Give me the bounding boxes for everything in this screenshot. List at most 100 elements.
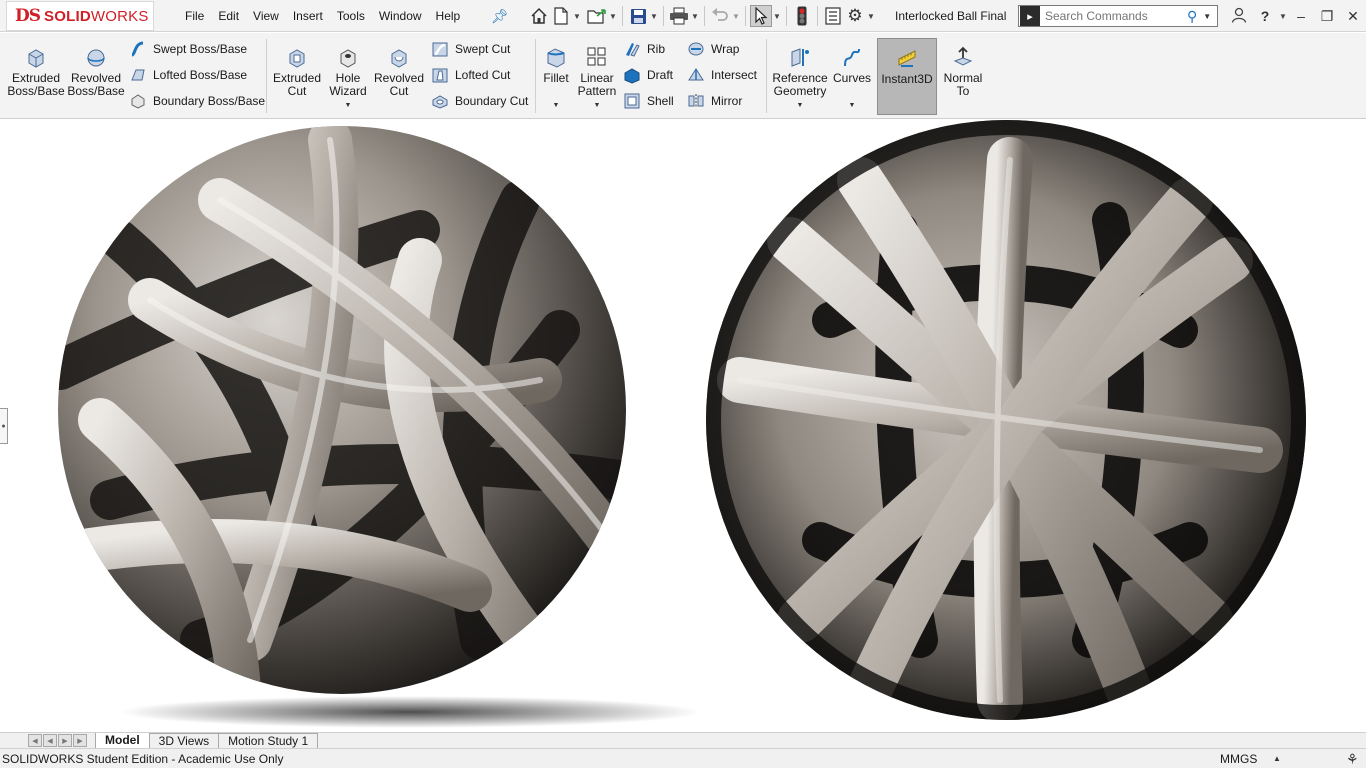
new-dropdown-arrow[interactable]: ▼ [572,12,582,21]
fillet-icon [544,45,568,69]
options-dropdown-arrow[interactable]: ▼ [866,12,876,21]
extruded-cut-button[interactable]: Extruded Cut [270,37,324,98]
customize-status-icon[interactable]: ⚘ [1346,751,1359,768]
fillet-button[interactable]: Fillet ▼ [539,37,573,109]
menu-help[interactable]: Help [429,9,468,23]
tab-motion-study-1[interactable]: Motion Study 1 [219,733,319,749]
rib-button[interactable]: Rib [622,38,665,60]
normal-to-button[interactable]: Normal To [941,37,985,98]
linear-pattern-button[interactable]: Linear Pattern ▼ [575,37,619,109]
tabs: Model 3D Views Motion Study 1 [95,733,319,749]
menu-bar: File Edit View Insert Tools Window Help [178,0,467,32]
hole-wizard-icon [336,45,360,69]
lofted-boss-icon [128,65,148,85]
options-gear-icon[interactable]: ⚙ [844,5,866,27]
open-dropdown-arrow[interactable]: ▼ [608,12,618,21]
menu-edit[interactable]: Edit [211,9,246,23]
lofted-boss-button[interactable]: Lofted Boss/Base [128,64,247,86]
new-document-icon[interactable] [550,5,572,27]
menu-insert[interactable]: Insert [286,9,330,23]
close-icon[interactable]: ✕ [1340,8,1366,25]
status-bar: SOLIDWORKS Student Edition - Academic Us… [0,748,1366,768]
mirror-button[interactable]: Mirror [686,90,742,112]
instant3d-label: Instant3D [881,72,933,86]
extruded-boss-icon [24,45,48,69]
menu-file[interactable]: File [178,9,211,23]
save-icon[interactable] [627,5,649,27]
file-properties-icon[interactable] [822,5,844,27]
draft-button[interactable]: Draft [622,64,673,86]
shell-icon [622,91,642,111]
interlocked-ball-left-view[interactable] [58,126,700,728]
normal-to-icon [951,45,975,69]
undo-icon[interactable] [709,5,731,27]
unit-system-selector[interactable]: MMGS [1220,752,1257,766]
lofted-cut-button[interactable]: Lofted Cut [430,64,510,86]
traffic-light-icon[interactable] [791,5,813,27]
title-bar: DS SOLIDWORKS File Edit View Insert Tool… [0,0,1366,32]
minimize-icon[interactable]: – [1288,8,1314,24]
swept-boss-button[interactable]: Swept Boss/Base [128,38,247,60]
solidworks-wordmark: SOLIDWORKS [44,7,149,25]
menu-view[interactable]: View [246,9,286,23]
open-icon[interactable] [586,5,608,27]
tab-next-arrow[interactable]: ▶ [58,734,72,747]
pin-icon[interactable]: 📌︎ [491,8,509,25]
rib-icon [622,39,642,59]
graphics-area[interactable]: ● [0,120,1366,732]
search-icon[interactable]: ⚲ [1187,8,1197,25]
linear-pattern-dropdown-arrow[interactable]: ▼ [594,102,601,109]
user-icon[interactable] [1226,7,1252,26]
tab-model[interactable]: Model [95,733,150,749]
reference-geometry-dropdown-arrow[interactable]: ▼ [797,102,804,109]
command-prompt-icon: ▸ [1020,6,1040,26]
solidworks-logo[interactable]: DS SOLIDWORKS [6,1,154,31]
extruded-boss-button[interactable]: Extruded Boss/Base [7,37,65,98]
help-dropdown-arrow[interactable]: ▼ [1278,12,1288,21]
intersect-button[interactable]: Intersect [686,64,757,86]
fillet-dropdown-arrow[interactable]: ▼ [553,102,560,109]
search-dropdown-arrow[interactable]: ▼ [1203,12,1211,21]
hole-wizard-button[interactable]: Hole Wizard ▼ [326,37,370,109]
panel-expand-handle[interactable]: ● [0,408,8,444]
restore-icon[interactable]: ❐ [1314,8,1340,25]
tab-prev-arrow[interactable]: ◀ [43,734,57,747]
undo-dropdown-arrow[interactable]: ▼ [731,12,741,21]
wrap-button[interactable]: Wrap [686,38,739,60]
revolved-cut-icon [387,45,411,69]
print-dropdown-arrow[interactable]: ▼ [690,12,700,21]
help-icon[interactable]: ? [1252,8,1278,24]
reference-geometry-button[interactable]: Reference Geometry ▼ [770,37,830,109]
revolved-boss-button[interactable]: Revolved Boss/Base [67,37,125,98]
model-render[interactable] [0,120,1366,732]
boundary-cut-icon [430,91,450,111]
tab-first-arrow[interactable]: ◀ [28,734,42,747]
curves-dropdown-arrow[interactable]: ▼ [849,102,856,109]
curves-button[interactable]: Curves ▼ [832,37,872,109]
menu-window[interactable]: Window [372,9,429,23]
tab-3d-views[interactable]: 3D Views [149,733,220,749]
revolved-cut-button[interactable]: Revolved Cut [372,37,426,98]
linear-pattern-icon [585,45,609,69]
select-dropdown-arrow[interactable]: ▼ [772,12,782,21]
interlocked-ball-right-view[interactable] [706,120,1306,720]
save-dropdown-arrow[interactable]: ▼ [649,12,659,21]
shell-button[interactable]: Shell [622,90,674,112]
boundary-boss-button[interactable]: Boundary Boss/Base [128,90,265,112]
print-icon[interactable] [668,5,690,27]
tab-last-arrow[interactable]: ▶ [73,734,87,747]
home-icon[interactable] [528,5,550,27]
instant3d-icon [895,46,919,70]
search-commands-box[interactable]: ▸ ⚲ ▼ [1018,5,1218,27]
select-icon[interactable] [750,5,772,27]
search-input[interactable] [1045,9,1185,23]
swept-cut-button[interactable]: Swept Cut [430,38,510,60]
reference-geometry-icon [788,45,812,69]
instant3d-toggle[interactable]: Instant3D [877,38,937,115]
boundary-boss-icon [128,91,148,111]
unit-system-arrow[interactable]: ▲ [1273,754,1281,763]
hole-wizard-dropdown-arrow[interactable]: ▼ [345,102,352,109]
mirror-icon [686,91,706,111]
menu-tools[interactable]: Tools [330,9,372,23]
boundary-cut-button[interactable]: Boundary Cut [430,90,528,112]
